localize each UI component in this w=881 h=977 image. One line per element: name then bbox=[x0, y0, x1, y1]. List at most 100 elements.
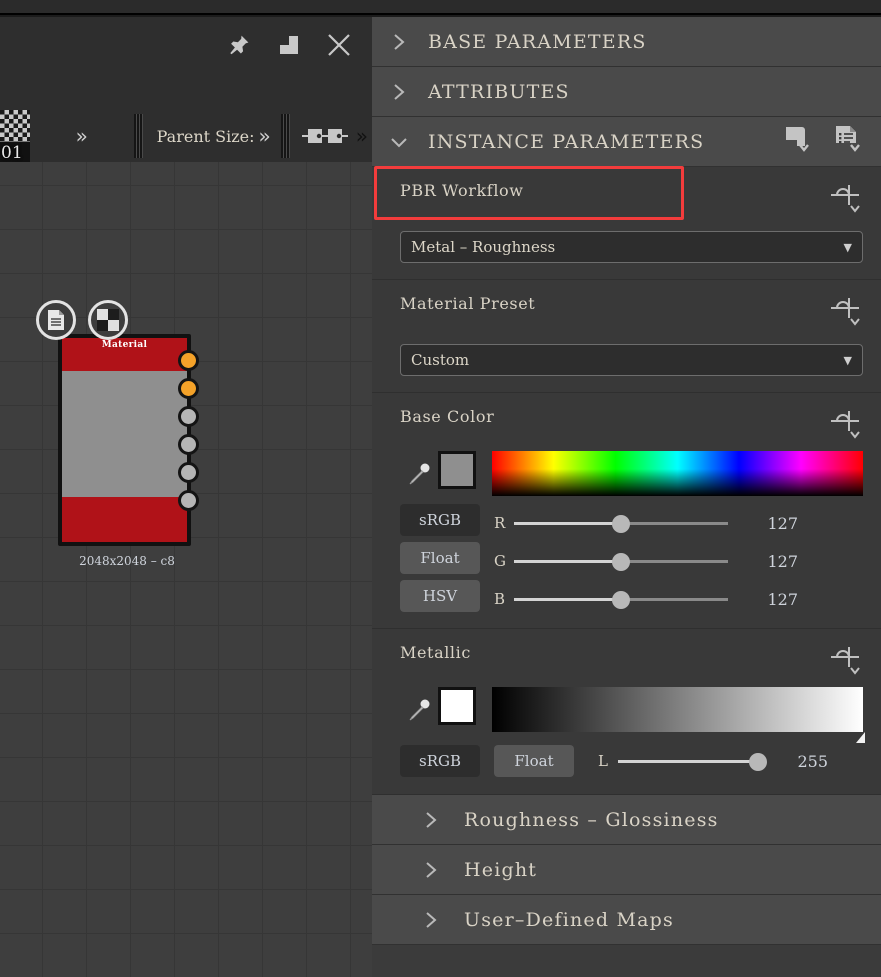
param-base-color: Base Color sRGB Float HSV R 127 G 127 B … bbox=[372, 393, 881, 629]
channel-value[interactable]: 255 bbox=[758, 752, 828, 771]
parameter-list-dropdown-icon[interactable] bbox=[833, 125, 863, 159]
channel-slider-g[interactable] bbox=[514, 549, 728, 573]
channel-label: G bbox=[494, 552, 506, 570]
section-user-defined-maps[interactable]: User–Defined Maps bbox=[372, 895, 881, 945]
metallic-swatch[interactable] bbox=[438, 687, 476, 725]
section-label: Roughness – Glossiness bbox=[464, 808, 719, 831]
param-label: Base Color bbox=[400, 407, 495, 426]
section-height[interactable]: Height bbox=[372, 845, 881, 895]
base-color-mode-buttons: sRGB Float HSV bbox=[400, 504, 480, 618]
node-port[interactable] bbox=[178, 462, 199, 483]
node-port[interactable] bbox=[178, 490, 199, 511]
channel-row-b: B 127 bbox=[494, 580, 863, 618]
section-label: Height bbox=[464, 858, 538, 881]
metallic-mode-srgb[interactable]: sRGB bbox=[400, 745, 480, 777]
base-color-channel-sliders: R 127 G 127 B 127 bbox=[494, 504, 863, 618]
param-label: PBR Workflow bbox=[400, 181, 524, 200]
node-graph-canvas[interactable]: Material 2048x2048 – c8 bbox=[0, 162, 372, 977]
material-preset-dropdown[interactable]: Custom ▼ bbox=[400, 344, 863, 376]
channel-slider-b[interactable] bbox=[514, 587, 728, 611]
material-node-caption: 2048x2048 – c8 bbox=[79, 554, 175, 568]
material-node[interactable]: Material bbox=[58, 334, 199, 546]
function-dropdown-icon[interactable] bbox=[829, 407, 863, 445]
eyedropper-icon[interactable] bbox=[400, 451, 438, 496]
chevron-right-icon bbox=[420, 810, 442, 830]
section-instance-parameters[interactable]: INSTANCE PARAMETERS bbox=[372, 117, 881, 167]
chevron-right-icon bbox=[388, 32, 410, 52]
document-icon[interactable] bbox=[36, 300, 76, 340]
section-label: INSTANCE PARAMETERS bbox=[428, 130, 705, 153]
section-label: User–Defined Maps bbox=[464, 908, 674, 931]
param-metallic: Metallic sRGB Float L 255 bbox=[372, 629, 881, 795]
restore-icon[interactable] bbox=[274, 30, 304, 60]
base-color-mode-float[interactable]: Float bbox=[400, 542, 480, 574]
base-color-spectrum[interactable] bbox=[492, 451, 863, 496]
base-color-mode-srgb[interactable]: sRGB bbox=[400, 504, 480, 536]
function-dropdown-icon[interactable] bbox=[829, 181, 863, 219]
pbr-workflow-value: Metal – Roughness bbox=[411, 238, 556, 256]
channel-label: L bbox=[598, 752, 608, 770]
channel-label: B bbox=[494, 590, 506, 608]
channel-value[interactable]: 127 bbox=[728, 514, 798, 533]
param-label: Material Preset bbox=[400, 294, 536, 313]
channel-label: R bbox=[494, 514, 506, 532]
chevron-right-icon bbox=[388, 82, 410, 102]
channel-row-g: G 127 bbox=[494, 542, 863, 580]
section-attributes[interactable]: ATTRIBUTES bbox=[372, 67, 881, 117]
graph-thumbnail-label: 01 bbox=[1, 143, 23, 162]
node-connection-icon[interactable] bbox=[294, 126, 356, 146]
toolbar-divider bbox=[133, 114, 143, 158]
checker-icon bbox=[0, 110, 30, 142]
toolbar-more-chevron-icon[interactable]: » bbox=[356, 124, 372, 148]
channel-slider-r[interactable] bbox=[514, 511, 728, 535]
chevron-down-icon: ▼ bbox=[843, 240, 852, 254]
preset-dropdown-icon[interactable] bbox=[783, 125, 813, 159]
metallic-mode-float[interactable]: Float bbox=[494, 745, 574, 777]
close-icon[interactable] bbox=[324, 30, 354, 60]
section-label: ATTRIBUTES bbox=[428, 80, 570, 103]
graph-toolbar: 01 » Parent Size: » » bbox=[0, 72, 372, 162]
function-dropdown-icon[interactable] bbox=[829, 643, 863, 681]
channel-value[interactable]: 127 bbox=[728, 590, 798, 609]
channel-value[interactable]: 127 bbox=[728, 552, 798, 571]
node-port[interactable] bbox=[178, 406, 199, 427]
function-dropdown-icon[interactable] bbox=[829, 294, 863, 332]
metallic-gradient[interactable] bbox=[492, 687, 865, 743]
section-label: BASE PARAMETERS bbox=[428, 30, 647, 53]
param-pbr-workflow: PBR Workflow Metal – Roughness ▼ bbox=[372, 167, 881, 280]
chevron-right-icon bbox=[420, 910, 442, 930]
material-node-title: Material bbox=[101, 340, 148, 350]
node-port[interactable] bbox=[178, 434, 199, 455]
parent-size-label: Parent Size: bbox=[156, 126, 255, 146]
channel-row-l: L 255 bbox=[598, 742, 863, 780]
toolbar-expand-chevron-icon[interactable]: » bbox=[76, 124, 88, 148]
material-node-output-ports bbox=[178, 350, 199, 518]
material-preset-value: Custom bbox=[411, 351, 470, 369]
metallic-slider-l[interactable] bbox=[618, 749, 767, 773]
param-label: Metallic bbox=[400, 643, 471, 662]
node-port[interactable] bbox=[178, 378, 199, 399]
pbr-workflow-dropdown[interactable]: Metal – Roughness ▼ bbox=[400, 231, 863, 263]
parent-size-chevron-icon[interactable]: » bbox=[259, 124, 271, 148]
graph-panel-titlebar bbox=[0, 17, 372, 72]
node-port[interactable] bbox=[178, 350, 199, 371]
toolbar-divider-2 bbox=[280, 114, 290, 158]
eyedropper-icon[interactable] bbox=[400, 687, 438, 732]
application-window: 01 » Parent Size: » » Material 2048x2048… bbox=[0, 0, 881, 977]
chevron-right-icon bbox=[420, 860, 442, 880]
base-color-mode-hsv[interactable]: HSV bbox=[400, 580, 480, 612]
param-material-preset: Material Preset Custom ▼ bbox=[372, 280, 881, 393]
checker-icon[interactable] bbox=[88, 300, 128, 340]
metallic-gradient-marker bbox=[856, 732, 865, 743]
properties-panel: pbr_base_ma ••• PROPERTIES bbox=[372, 17, 881, 977]
top-strip bbox=[0, 0, 881, 15]
section-base-parameters[interactable]: BASE PARAMETERS bbox=[372, 17, 881, 67]
section-roughness-glossiness[interactable]: Roughness – Glossiness bbox=[372, 795, 881, 845]
graph-thumbnail[interactable]: 01 bbox=[0, 110, 30, 162]
graph-panel: 01 » Parent Size: » » Material 2048x2048… bbox=[0, 17, 372, 977]
channel-row-r: R 127 bbox=[494, 504, 863, 542]
base-color-swatch[interactable] bbox=[438, 451, 476, 489]
pin-icon[interactable] bbox=[224, 30, 254, 60]
chevron-down-icon: ▼ bbox=[843, 353, 852, 367]
chevron-down-icon bbox=[388, 135, 410, 149]
